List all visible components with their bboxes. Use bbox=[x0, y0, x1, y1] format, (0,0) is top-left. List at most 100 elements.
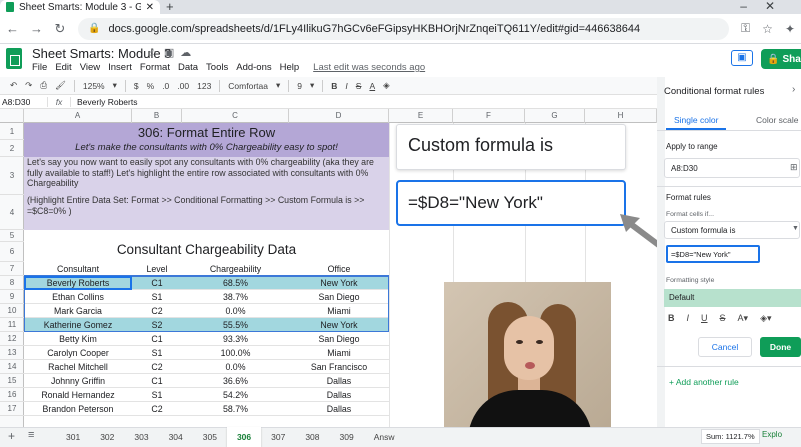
cell-consultant[interactable]: Brandon Peterson bbox=[24, 404, 132, 414]
font-select[interactable]: Comfortaa bbox=[228, 81, 268, 91]
cell-office[interactable]: San Francisco bbox=[289, 362, 389, 372]
decrease-decimal-button[interactable]: .0 bbox=[162, 81, 169, 91]
row-header[interactable]: 14 bbox=[0, 360, 24, 374]
select-all-corner[interactable] bbox=[0, 109, 24, 123]
fill-color-icon[interactable]: ◈ bbox=[383, 80, 390, 91]
sheet-tab-309[interactable]: 309 bbox=[330, 427, 364, 447]
cell-office[interactable]: Miami bbox=[289, 348, 389, 358]
menu-edit[interactable]: Edit bbox=[55, 62, 71, 73]
cell-office[interactable]: Dallas bbox=[289, 390, 389, 400]
sheet-tab-answers[interactable]: Answ bbox=[364, 427, 405, 447]
more-formats-button[interactable]: 123 bbox=[197, 81, 211, 91]
row-header[interactable]: 8 bbox=[0, 276, 24, 290]
key-icon[interactable]: ⚿ bbox=[741, 21, 750, 36]
custom-formula-input[interactable]: =$D8="New York" bbox=[666, 245, 760, 263]
sheets-logo-icon[interactable] bbox=[6, 48, 22, 69]
row-header[interactable]: 6 bbox=[0, 242, 24, 262]
cell-consultant[interactable]: Rachel Mitchell bbox=[24, 362, 132, 372]
tab-color-scale[interactable]: Color scale bbox=[756, 115, 799, 125]
header-chargeability[interactable]: Chargeability bbox=[182, 264, 289, 274]
cell-level[interactable]: C1 bbox=[132, 334, 182, 344]
cell-chargeability[interactable]: 58.7% bbox=[182, 404, 289, 414]
sum-indicator[interactable]: Sum: 1121.7% bbox=[701, 429, 760, 444]
bold-style-icon[interactable]: B bbox=[668, 313, 675, 324]
row-header[interactable]: 7 bbox=[0, 262, 24, 276]
style-preview[interactable]: Default bbox=[664, 289, 801, 307]
sheet-tab-305[interactable]: 305 bbox=[193, 427, 227, 447]
bookmark-star-icon[interactable]: ☆ bbox=[762, 22, 773, 36]
cell-office[interactable]: Dallas bbox=[289, 404, 389, 414]
sheet-tab-303[interactable]: 303 bbox=[124, 427, 158, 447]
menu-addons[interactable]: Add-ons bbox=[236, 62, 271, 73]
font-size-select[interactable]: 9 bbox=[297, 81, 302, 91]
row-header[interactable]: 15 bbox=[0, 374, 24, 388]
sheet-title[interactable]: 306: Format Entire Row bbox=[24, 125, 389, 140]
cell-consultant[interactable]: Ronald Hernandez bbox=[24, 390, 132, 400]
cell-level[interactable]: S1 bbox=[132, 390, 182, 400]
row-header[interactable]: 10 bbox=[0, 304, 24, 318]
underline-style-icon[interactable]: U bbox=[701, 313, 708, 324]
column-header-f[interactable]: F bbox=[453, 109, 525, 123]
sheet-tab-304[interactable]: 304 bbox=[159, 427, 193, 447]
strikethrough-style-icon[interactable]: S bbox=[720, 313, 726, 324]
cell-consultant[interactable]: Betty Kim bbox=[24, 334, 132, 344]
zoom-select[interactable]: 125% bbox=[83, 81, 105, 91]
currency-button[interactable]: $ bbox=[134, 81, 139, 91]
row-header[interactable]: 4 bbox=[0, 195, 24, 230]
row-header[interactable]: 16 bbox=[0, 388, 24, 402]
italic-icon[interactable]: I bbox=[345, 81, 347, 91]
row-header[interactable]: 1 bbox=[0, 123, 24, 140]
row-header[interactable]: 11 bbox=[0, 318, 24, 332]
close-tab-icon[interactable]: ✕ bbox=[146, 2, 154, 13]
formula-input[interactable]: Beverly Roberts bbox=[70, 96, 137, 107]
row-header[interactable]: 12 bbox=[0, 332, 24, 346]
menu-view[interactable]: View bbox=[80, 62, 100, 73]
column-header-a[interactable]: A bbox=[24, 109, 132, 123]
reload-icon[interactable]: ↻ bbox=[54, 21, 66, 37]
menu-data[interactable]: Data bbox=[178, 62, 198, 73]
row-header[interactable]: 9 bbox=[0, 290, 24, 304]
header-consultant[interactable]: Consultant bbox=[24, 264, 132, 274]
row-header[interactable]: 3 bbox=[0, 157, 24, 195]
cell-chargeability[interactable]: 0.0% bbox=[182, 362, 289, 372]
add-sheet-icon[interactable]: + bbox=[8, 429, 15, 443]
sheet-tab-308[interactable]: 308 bbox=[295, 427, 329, 447]
cell-level[interactable]: C2 bbox=[132, 362, 182, 372]
explore-button[interactable]: Explo bbox=[762, 430, 782, 439]
forward-icon[interactable]: → bbox=[30, 21, 43, 36]
done-button[interactable]: Done bbox=[760, 337, 801, 357]
cell-office[interactable]: San Diego bbox=[289, 334, 389, 344]
select-range-icon[interactable]: ⊞ bbox=[790, 162, 798, 173]
cell-level[interactable]: S1 bbox=[132, 348, 182, 358]
back-icon[interactable]: ← bbox=[6, 21, 19, 36]
tab-single-color[interactable]: Single color bbox=[674, 115, 718, 125]
row-header[interactable]: 2 bbox=[0, 140, 24, 157]
italic-style-icon[interactable]: I bbox=[687, 313, 690, 324]
cell-chargeability[interactable]: 36.6% bbox=[182, 376, 289, 386]
condition-select[interactable]: Custom formula is bbox=[664, 221, 800, 239]
cell-chargeability[interactable]: 54.2% bbox=[182, 390, 289, 400]
row-header[interactable]: 17 bbox=[0, 402, 24, 416]
extensions-icon[interactable]: ✦ bbox=[785, 22, 795, 36]
sheet-tab-306[interactable]: 306 bbox=[226, 427, 262, 447]
instruction-steps[interactable]: (Highlight Entire Data Set: Format >> Co… bbox=[27, 195, 385, 216]
cell-chargeability[interactable]: 93.3% bbox=[182, 334, 289, 344]
panel-close-icon[interactable]: › bbox=[792, 84, 795, 95]
browser-tab[interactable]: Sheet Smarts: Module 3 - Googl ✕ bbox=[0, 0, 160, 14]
range-input[interactable]: A8:D30 bbox=[664, 158, 800, 178]
column-header-h[interactable]: H bbox=[585, 109, 657, 123]
text-color-icon[interactable]: A bbox=[369, 81, 375, 91]
row-header[interactable]: 5 bbox=[0, 230, 24, 242]
sheet-tab-307[interactable]: 307 bbox=[261, 427, 295, 447]
cell-level[interactable]: C1 bbox=[132, 376, 182, 386]
fill-color-style-icon[interactable]: ◈▾ bbox=[760, 313, 771, 324]
redo-icon[interactable]: ↷ bbox=[25, 80, 32, 91]
header-level[interactable]: Level bbox=[132, 264, 182, 274]
sheet-subtitle[interactable]: Let's make the consultants with 0% Charg… bbox=[24, 142, 389, 153]
cell-chargeability[interactable]: 100.0% bbox=[182, 348, 289, 358]
sheet-tab-302[interactable]: 302 bbox=[90, 427, 124, 447]
last-edit-link[interactable]: Last edit was seconds ago bbox=[313, 62, 425, 73]
all-sheets-icon[interactable]: ≡ bbox=[28, 429, 34, 441]
column-header-b[interactable]: B bbox=[132, 109, 182, 123]
column-header-d[interactable]: D bbox=[289, 109, 389, 123]
